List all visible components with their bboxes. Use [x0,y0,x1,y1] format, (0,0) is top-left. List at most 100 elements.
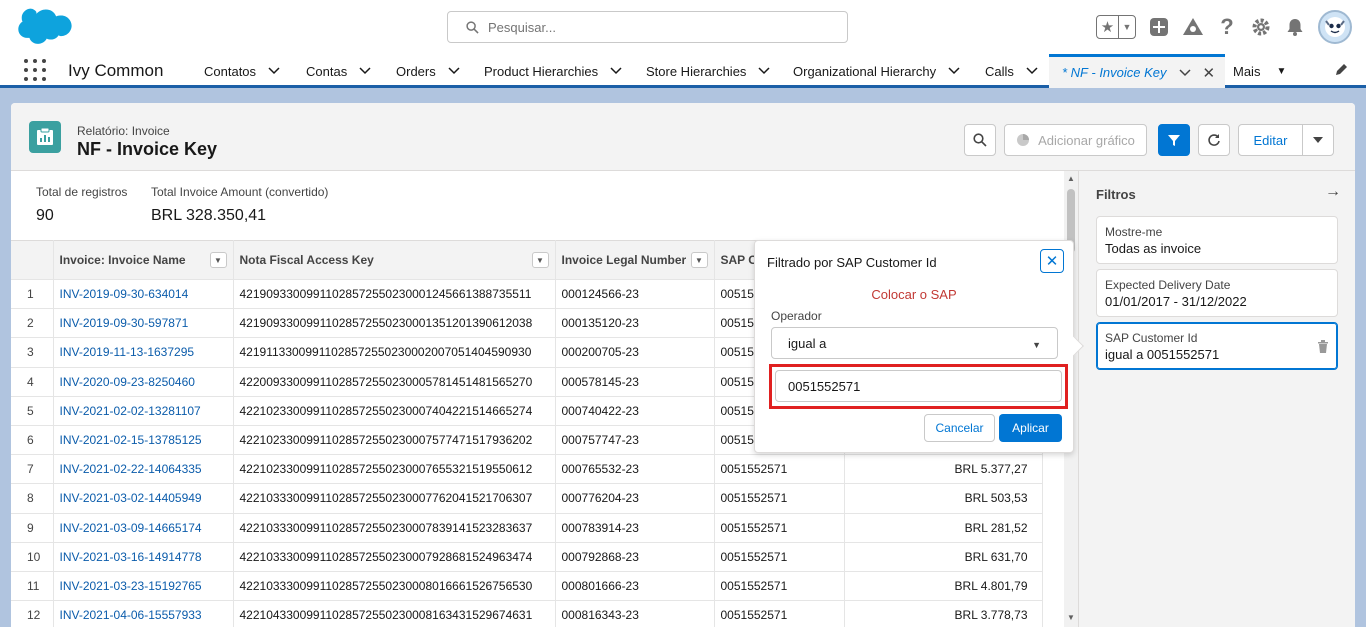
invoice-name-link[interactable]: INV-2021-04-06-15557933 [53,600,234,627]
access-key-cell: 4219093300991102857255023000124566138873… [233,279,556,310]
cancel-button[interactable]: Cancelar [924,414,995,442]
nav-item-label: Organizational Hierarchy [793,63,937,79]
chevron-down-icon[interactable] [1179,68,1191,77]
report-actions-menu-button[interactable] [1302,124,1334,156]
table-row: 7 INV-2021-02-22-14064335 42210233009911… [11,454,1043,485]
nav-item-label: Calls [985,63,1014,79]
nav-item-label: Mais [1233,63,1261,79]
scroll-down-arrow-icon[interactable]: ▼ [1067,613,1075,622]
apply-button[interactable]: Aplicar [999,414,1062,442]
close-popover-button[interactable]: ✕ [1040,249,1064,273]
legal-number-cell: 000200705-23 [555,337,715,368]
favorites-dropdown-icon[interactable]: ▼ [1119,16,1135,38]
edit-report-label: Editar [1253,132,1288,148]
invoice-name-link[interactable]: INV-2019-11-13-1637295 [53,337,234,368]
nav-item-contatos[interactable]: Contatos [204,54,280,88]
invoice-name-link[interactable]: INV-2021-02-02-13281107 [53,396,234,426]
nav-item-contas[interactable]: Contas [306,54,371,88]
favorites-star-icon[interactable]: ★ [1097,16,1119,38]
filter-card-show-me[interactable]: Mostre-me Todas as invoice [1096,216,1338,264]
delete-filter-trash-icon[interactable] [1317,340,1329,356]
nav-item-orders[interactable]: Orders [396,54,460,88]
scroll-up-arrow-icon[interactable]: ▲ [1067,174,1075,183]
notifications-bell-icon[interactable] [1284,16,1306,38]
chevron-down-icon[interactable] [1026,67,1038,75]
chevron-down-icon[interactable] [268,67,280,75]
invoice-name-link[interactable]: INV-2021-03-16-14914778 [53,542,234,572]
global-actions-plus-icon[interactable] [1148,16,1170,38]
nav-item-organizational-hierarchy[interactable]: Organizational Hierarchy [793,54,960,88]
trailhead-icon[interactable] [1182,16,1204,38]
search-icon [466,20,479,34]
table-row: 11 INV-2021-03-23-15192765 4221033300991… [11,571,1043,602]
edit-nav-pencil-icon[interactable] [1334,63,1348,80]
invoice-name-link[interactable]: INV-2021-02-22-14064335 [53,454,234,485]
invoice-name-link[interactable]: INV-2020-09-23-8250460 [53,367,234,397]
operator-label: Operador [771,309,822,323]
column-menu-icon[interactable]: ▼ [531,252,549,268]
filter-card-expected-delivery-date[interactable]: Expected Delivery Date 01/01/2017 - 31/1… [1096,269,1338,317]
column-menu-icon[interactable]: ▼ [690,252,708,268]
nav-item-store-hierarchies[interactable]: Store Hierarchies [646,54,770,88]
header-utility-icons: ★ ▼ ? [1096,9,1352,45]
close-icon: ✕ [1045,253,1059,270]
salesforce-logo[interactable] [14,6,74,48]
filter-label: SAP Customer Id [1105,331,1198,345]
nav-item-mais[interactable]: Mais ▼ [1233,54,1286,88]
invoice-name-link[interactable]: INV-2021-02-15-13785125 [53,425,234,456]
nav-item-calls[interactable]: Calls [985,54,1038,88]
search-report-button[interactable] [964,124,996,156]
nav-tab-nf-invoice-key[interactable]: * NF - Invoice Key ✕ [1049,54,1226,88]
filter-toggle-button[interactable] [1158,124,1190,156]
collapse-filters-arrow-icon[interactable]: → [1325,183,1341,201]
amount-cell: BRL 4.801,79 [844,571,1043,602]
filter-label: Mostre-me [1105,225,1163,239]
filter-value-input[interactable] [775,370,1062,402]
sap-customer-cell: 0051552571 [714,513,845,543]
edit-report-button[interactable]: Editar [1238,124,1303,156]
invoice-name-link[interactable]: INV-2021-03-02-14405949 [53,483,234,514]
legal-number-cell: 000765532-23 [555,454,715,485]
caret-down-icon: ▼ [1276,65,1287,77]
legal-number-cell: 000792868-23 [555,542,715,572]
global-search-input[interactable]: Pesquisar... [447,11,848,43]
chevron-down-icon[interactable] [610,67,622,75]
invoice-name-link[interactable]: INV-2019-09-30-597871 [53,308,234,339]
chevron-down-icon[interactable] [758,67,770,75]
nav-item-label: Store Hierarchies [646,63,747,79]
column-header-label: Invoice: Invoice Name [59,253,186,267]
column-menu-icon[interactable]: ▼ [209,252,227,268]
report-title: NF - Invoice Key [77,139,218,159]
table-row: 8 INV-2021-03-02-14405949 42210333009911… [11,483,1043,514]
search-placeholder: Pesquisar... [488,19,556,35]
help-icon[interactable]: ? [1216,14,1238,39]
total-records-value: 90 [36,207,54,224]
invoice-name-link[interactable]: INV-2021-03-09-14665174 [53,513,234,543]
user-avatar[interactable] [1318,10,1352,44]
setup-gear-icon[interactable] [1250,16,1272,38]
legal-number-cell: 000578145-23 [555,367,715,397]
refresh-button[interactable] [1198,124,1230,156]
chevron-down-icon[interactable] [359,67,371,75]
column-header-legal-number[interactable]: Invoice Legal Number ▼ [555,240,715,280]
column-header-invoice-name[interactable]: Invoice: Invoice Name ▼ [53,240,234,280]
column-header-access-key[interactable]: Nota Fiscal Access Key ▼ [233,240,556,280]
row-number: 6 [11,425,54,456]
app-launcher-icon[interactable] [24,59,46,81]
operator-select[interactable]: igual a ▼ [771,327,1058,359]
legal-number-cell: 000124566-23 [555,279,715,310]
legal-number-cell: 000757747-23 [555,425,715,456]
nav-item-product-hierarchies[interactable]: Product Hierarchies [484,54,622,88]
chevron-down-icon[interactable] [948,67,960,75]
filter-label: Expected Delivery Date [1105,278,1231,292]
report-header: Relatório: Invoice NF - Invoice Key Adic… [11,103,1355,171]
close-tab-icon[interactable]: ✕ [1203,64,1216,82]
row-number: 12 [11,600,54,627]
invoice-name-link[interactable]: INV-2019-09-30-634014 [53,279,234,310]
filters-panel: Filtros → Mostre-me Todas as invoice Exp… [1078,171,1355,627]
chevron-down-icon[interactable] [448,67,460,75]
invoice-name-link[interactable]: INV-2021-03-23-15192765 [53,571,234,602]
filter-card-sap-customer-id[interactable]: SAP Customer Id igual a 0051552571 [1096,322,1338,370]
add-chart-button[interactable]: Adicionar gráfico [1004,124,1147,156]
add-chart-label: Adicionar gráfico [1038,132,1135,148]
